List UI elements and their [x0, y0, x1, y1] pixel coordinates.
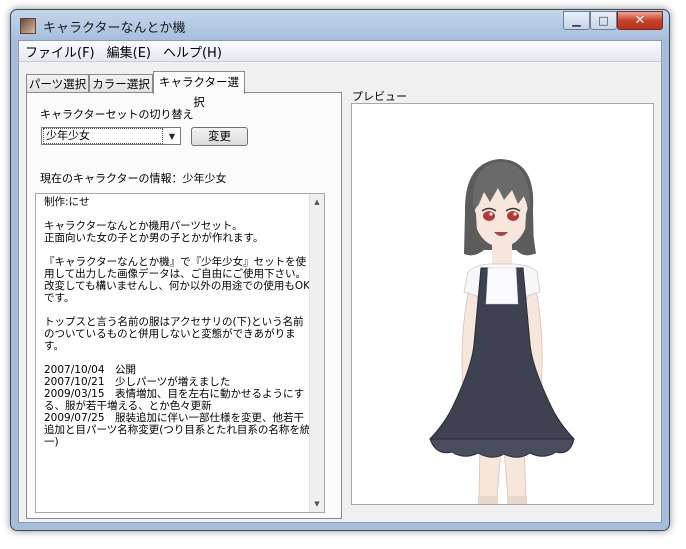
tab-color[interactable]: カラー選択	[89, 74, 153, 93]
left-eye	[483, 211, 495, 221]
character-set-switch-label: キャラクターセットの切り替え	[40, 108, 194, 121]
change-button[interactable]: 変更	[191, 127, 248, 146]
caption-buttons: ▁ □ ✕	[563, 11, 663, 30]
character-info-textbox[interactable]: 制作:にせ キャラクターなんとか機用パーツセット。 正面向いた女の子とか男の子と…	[35, 193, 325, 513]
window-title: キャラクターなんとか機	[43, 21, 186, 36]
chevron-down-icon: ▼	[168, 131, 176, 141]
close-button[interactable]: ✕	[617, 11, 663, 30]
character-info-text: 制作:にせ キャラクターなんとか機用パーツセット。 正面向いた女の子とか男の子と…	[44, 196, 311, 448]
character-set-selected: 少年少女	[43, 128, 163, 144]
client-area: ファイル(F) 編集(E) ヘルプ(H) パーツ選択 カラー選択 キャラクター選…	[18, 40, 662, 523]
menu-help[interactable]: ヘルプ(H)	[157, 42, 228, 61]
character-illustration	[429, 159, 575, 504]
app-icon	[20, 18, 36, 34]
character-set-dropdown[interactable]: 少年少女 ▼	[41, 127, 181, 145]
app-window: キャラクターなんとか機 ▁ □ ✕ ファイル(F) 編集(E) ヘルプ(H) パ…	[10, 9, 670, 531]
minimize-button[interactable]: ▁	[563, 11, 590, 30]
menu-bar: ファイル(F) 編集(E) ヘルプ(H)	[19, 41, 661, 62]
menu-edit[interactable]: 編集(E)	[101, 42, 157, 61]
current-character-info-label: 現在のキャラクターの情報：少年少女	[40, 172, 227, 185]
vertical-scrollbar[interactable]: ▲ ▼	[309, 194, 324, 512]
right-eye	[507, 211, 519, 221]
minimize-icon: ▁	[572, 14, 581, 27]
character-tab-panel: キャラクターセットの切り替え 少年少女 ▼ 変更 現在のキャラクターの情報：少年…	[26, 92, 342, 519]
tab-parts[interactable]: パーツ選択	[26, 74, 89, 93]
close-icon: ✕	[634, 13, 646, 28]
scroll-up-arrow-icon[interactable]: ▲	[310, 195, 324, 209]
tab-character[interactable]: キャラクター選択	[153, 71, 245, 109]
blouse-front	[485, 267, 519, 305]
dress-frill	[429, 438, 575, 458]
menu-file[interactable]: ファイル(F)	[19, 42, 101, 61]
preview-label: プレビュー	[352, 90, 407, 103]
preview-pane	[351, 103, 654, 505]
maximize-icon: □	[598, 14, 609, 27]
title-bar[interactable]: キャラクターなんとか機 ▁ □ ✕	[11, 10, 669, 40]
maximize-button[interactable]: □	[590, 11, 617, 30]
scroll-down-arrow-icon[interactable]: ▼	[310, 497, 324, 511]
